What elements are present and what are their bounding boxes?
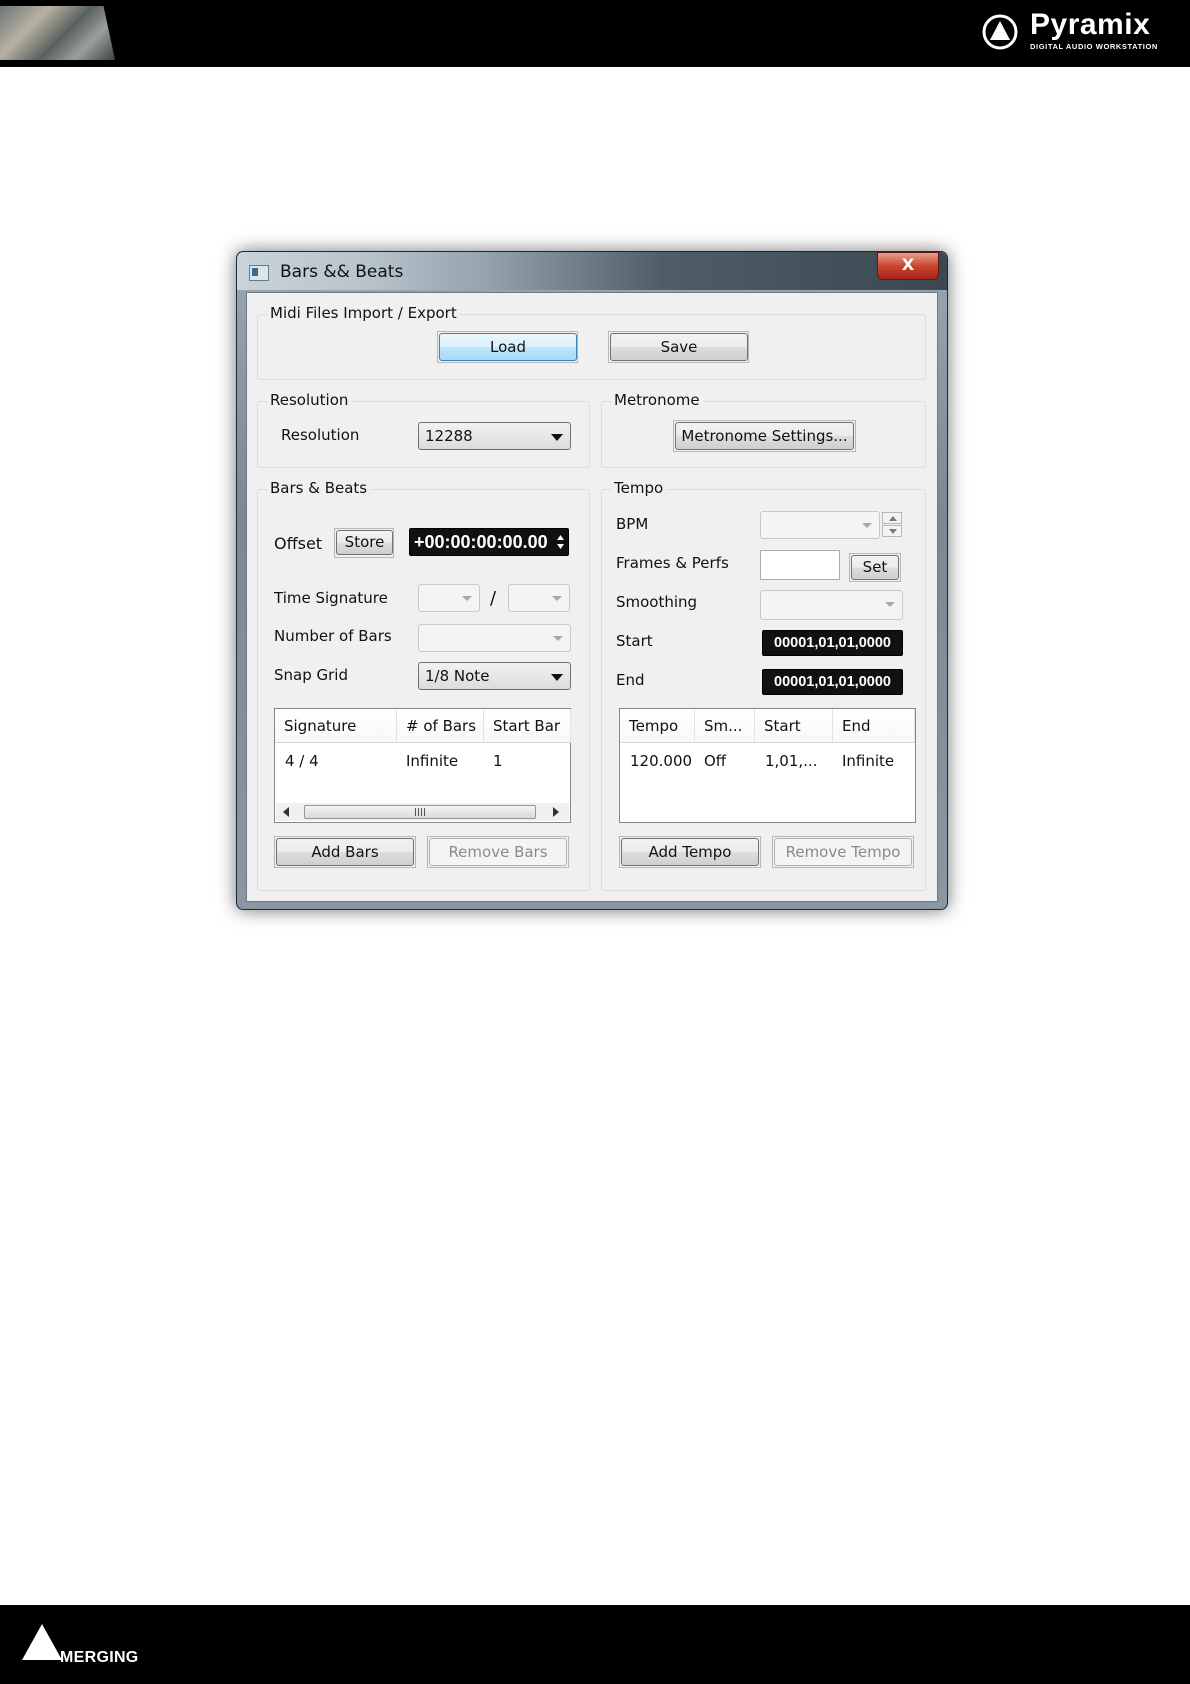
column-header-smoothing[interactable]: Sm... (695, 709, 755, 743)
start-label: Start (616, 632, 653, 650)
scroll-right-arrow-icon[interactable] (552, 807, 560, 817)
scroll-grip-icon (415, 808, 425, 816)
column-header-end[interactable]: End (833, 709, 915, 743)
snap-grid-label: Snap Grid (274, 666, 348, 684)
column-header-start[interactable]: Start (755, 709, 833, 743)
store-button[interactable]: Store (336, 530, 393, 555)
cell-signature: 4 / 4 (285, 752, 319, 770)
window-titlebar[interactable]: Bars && Beats X (237, 252, 947, 290)
merging-brand-name: MERGING (60, 1649, 139, 1666)
bpm-label: BPM (616, 515, 649, 533)
pyramix-brand: Pyramix DIGITAL AUDIO WORKSTATION (982, 8, 1172, 56)
time-signature-label: Time Signature (274, 589, 388, 607)
brand-name: Pyramix (1030, 8, 1151, 41)
cell-start-bar: 1 (493, 752, 503, 770)
cell-number-of-bars: Infinite (406, 752, 459, 770)
chevron-down-icon (553, 636, 563, 641)
bpm-dropdown[interactable] (760, 511, 880, 539)
remove-bars-button[interactable]: Remove Bars (429, 838, 567, 866)
window-app-icon (249, 265, 269, 281)
end-label: End (616, 671, 645, 689)
tempo-group-label: Tempo (611, 479, 667, 497)
column-header-signature[interactable]: Signature (275, 709, 397, 743)
snap-grid-value: 1/8 Note (425, 667, 490, 685)
column-header-start-bar[interactable]: Start Bar (484, 709, 571, 743)
chevron-down-icon (462, 596, 472, 601)
bpm-spinner[interactable] (882, 512, 902, 538)
chevron-down-icon (551, 434, 563, 441)
arrow-up-icon (889, 516, 897, 521)
cell-smoothing: Off (704, 752, 727, 770)
scroll-left-arrow-icon[interactable] (282, 807, 290, 817)
smoothing-label: Smoothing (616, 593, 698, 611)
close-button[interactable]: X (877, 252, 939, 280)
metronome-group: Metronome Metronome Settings... (601, 391, 926, 468)
offset-timecode-value: +00:00:00:00.00 (414, 532, 548, 552)
snap-grid-dropdown[interactable]: 1/8 Note (418, 662, 571, 690)
end-position-field[interactable]: 00001,01,01,0000 (762, 669, 903, 695)
spin-up-down-icon[interactable] (556, 534, 565, 550)
metronome-group-label: Metronome (611, 391, 703, 409)
page-footer-bar: MERGING (0, 1605, 1190, 1684)
resolution-value: 12288 (425, 427, 473, 445)
cell-start: 1,01,... (765, 752, 818, 770)
chevron-down-icon (862, 523, 872, 528)
time-signature-numerator-dropdown[interactable] (418, 584, 480, 612)
smoothing-dropdown[interactable] (760, 590, 903, 620)
spin-down-button[interactable] (882, 525, 902, 537)
offset-label: Offset (274, 534, 323, 553)
page-header-bar: Pyramix DIGITAL AUDIO WORKSTATION (0, 0, 1190, 67)
frames-perfs-field[interactable] (760, 550, 840, 580)
resolution-group: Resolution Resolution 12288 (257, 391, 590, 468)
scrollbar-thumb[interactable] (304, 805, 536, 819)
start-position-field[interactable]: 00001,01,01,0000 (762, 630, 903, 656)
remove-tempo-button[interactable]: Remove Tempo (774, 838, 912, 866)
midi-files-group: Midi Files Import / Export Load Save (257, 304, 926, 380)
time-signature-list[interactable]: Signature # of Bars Start Bar 4 / 4 Infi… (274, 708, 571, 823)
bars-and-beats-window: Bars && Beats X Midi Files Import / Expo… (236, 251, 948, 910)
spin-up-button[interactable] (882, 512, 902, 524)
number-of-bars-dropdown[interactable] (418, 624, 571, 652)
chevron-down-icon (552, 596, 562, 601)
chevron-down-icon (551, 674, 563, 681)
midi-files-group-label: Midi Files Import / Export (267, 304, 460, 322)
bars-beats-group: Bars & Beats Offset Store +00:00:00:00.0… (257, 479, 590, 891)
time-signature-separator: / (490, 588, 497, 609)
cell-tempo: 120.000 (630, 752, 693, 770)
column-header-tempo[interactable]: Tempo (620, 709, 695, 743)
column-header-number-of-bars[interactable]: # of Bars (397, 709, 484, 743)
resolution-dropdown[interactable]: 12288 (418, 422, 571, 450)
save-button[interactable]: Save (610, 333, 748, 361)
number-of-bars-label: Number of Bars (274, 627, 392, 645)
offset-timecode-field[interactable]: +00:00:00:00.00 (409, 528, 569, 556)
frames-perfs-label: Frames & Perfs (616, 554, 729, 572)
load-button[interactable]: Load (439, 333, 577, 361)
metronome-settings-button[interactable]: Metronome Settings... (675, 422, 854, 450)
pyramix-logo-icon (982, 14, 1018, 50)
add-tempo-button[interactable]: Add Tempo (621, 838, 759, 866)
horizontal-scrollbar[interactable] (276, 803, 569, 821)
set-button[interactable]: Set (851, 555, 899, 580)
window-title: Bars && Beats (280, 262, 404, 282)
arrow-down-icon (889, 529, 897, 534)
resolution-group-label: Resolution (267, 391, 352, 409)
brand-tagline: DIGITAL AUDIO WORKSTATION (1030, 42, 1158, 51)
tempo-list[interactable]: Tempo Sm... Start End 120.000 Off 1,01,.… (619, 708, 916, 823)
tempo-group: Tempo BPM Frames & Perfs Set Smoothing S… (601, 479, 926, 891)
time-signature-denominator-dropdown[interactable] (508, 584, 570, 612)
resolution-label: Resolution (281, 426, 360, 444)
chevron-down-icon (885, 602, 895, 607)
merging-logo-icon (22, 1624, 62, 1660)
dialog-client-area: Midi Files Import / Export Load Save Res… (246, 292, 938, 902)
mixing-console-photo (0, 6, 115, 60)
cell-end: Infinite (842, 752, 895, 770)
bars-beats-group-label: Bars & Beats (267, 479, 371, 497)
add-bars-button[interactable]: Add Bars (276, 838, 414, 866)
